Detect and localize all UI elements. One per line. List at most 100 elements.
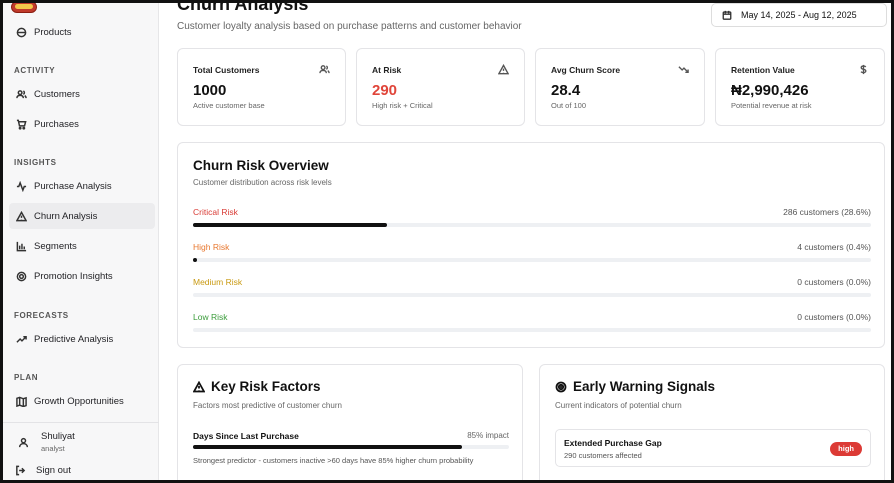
severity-badge: high xyxy=(830,442,862,456)
user-profile[interactable]: Shuliyat analyst xyxy=(15,431,75,453)
risk-level-label: High Risk xyxy=(193,242,230,252)
sidebar-item-label: Growth Opportunities xyxy=(34,395,124,407)
sign-out-label: Sign out xyxy=(36,465,71,476)
stat-subtext: Potential revenue at risk xyxy=(731,101,812,110)
sidebar-item-label: Customers xyxy=(34,88,80,100)
sidebar-item-promotion-insights[interactable]: Promotion Insights xyxy=(9,263,155,289)
risk-factors-title: Key Risk Factors xyxy=(193,379,321,394)
stat-label: At Risk xyxy=(372,65,402,75)
churn-risk-overview-card: Churn Risk Overview Customer distributio… xyxy=(177,142,885,348)
stat-label: Avg Churn Score xyxy=(551,65,621,75)
sidebar-item-churn-analysis[interactable]: Churn Analysis xyxy=(9,203,155,229)
risk-factor-impact: 85% impact xyxy=(467,431,509,440)
risk-progress-track xyxy=(193,293,871,297)
trending-up-icon xyxy=(15,333,27,345)
alert-triangle-icon xyxy=(497,62,510,75)
users-icon xyxy=(15,88,27,100)
risk-factors-title-text: Key Risk Factors xyxy=(211,379,321,394)
risk-progress-fill xyxy=(193,223,387,227)
stat-subtext: Active customer base xyxy=(193,101,265,110)
risk-level-label: Critical Risk xyxy=(193,207,238,217)
sidebar-item-growth-opportunities[interactable]: Growth Opportunities xyxy=(9,388,155,414)
risk-progress-track xyxy=(193,223,871,227)
sidebar-item-segments[interactable]: Segments xyxy=(9,233,155,259)
impact-progress-track xyxy=(193,445,509,449)
key-risk-factors-card: Key Risk Factors Factors most predictive… xyxy=(177,364,523,480)
warning-signals-title-text: Early Warning Signals xyxy=(573,379,716,394)
sidebar-item-customers[interactable]: Customers xyxy=(9,81,155,107)
sidebar-item-label: Purchase Analysis xyxy=(34,180,112,192)
alert-triangle-icon xyxy=(193,380,205,392)
target-icon xyxy=(555,381,567,392)
target-icon xyxy=(15,270,27,282)
activity-icon xyxy=(15,180,27,192)
stat-label: Retention Value xyxy=(731,65,795,75)
sidebar-divider xyxy=(3,422,159,423)
overview-title: Churn Risk Overview xyxy=(193,158,329,173)
stat-value: 1000 xyxy=(193,82,227,99)
risk-level-count: 286 customers (28.6%) xyxy=(783,207,871,217)
sidebar-item-label: Churn Analysis xyxy=(34,210,98,222)
sidebar-item-label: Purchases xyxy=(34,118,79,130)
warning-signals-title: Early Warning Signals xyxy=(555,379,715,394)
risk-level-count: 4 customers (0.4%) xyxy=(797,242,871,252)
risk-factor-impact: 72% impact xyxy=(467,479,509,480)
app-window: Products ACTIVITY Customers Purchases IN… xyxy=(0,3,894,480)
section-label-forecasts: FORECASTS xyxy=(14,311,69,320)
risk-factors-subtitle: Factors most predictive of customer chur… xyxy=(193,401,342,410)
risk-progress-fill xyxy=(193,258,198,262)
sidebar-item-predictive-analysis[interactable]: Predictive Analysis xyxy=(9,326,155,352)
stat-card-total-customers: Total Customers 1000 Active customer bas… xyxy=(177,48,346,126)
impact-progress-fill xyxy=(193,445,462,449)
risk-factor-description: Strongest predictor - customers inactive… xyxy=(193,456,474,465)
date-range-label: May 14, 2025 - Aug 12, 2025 xyxy=(741,10,857,20)
main-content: Churn Analysis Customer loyalty analysis… xyxy=(159,3,891,480)
overview-subtitle: Customer distribution across risk levels xyxy=(193,178,332,187)
risk-level-label: Low Risk xyxy=(193,312,228,322)
user-icon xyxy=(15,434,31,450)
risk-level-count: 0 customers (0.0%) xyxy=(797,277,871,287)
stat-label: Total Customers xyxy=(193,65,260,75)
stat-value: 290 xyxy=(372,82,398,99)
early-warning-signals-card: Early Warning Signals Current indicators… xyxy=(539,364,885,480)
user-role: analyst xyxy=(41,444,65,453)
section-label-plan: PLAN xyxy=(14,373,39,382)
section-label-activity: ACTIVITY xyxy=(14,66,56,75)
stat-subtext: Out of 100 xyxy=(551,101,587,110)
dollar-icon xyxy=(858,62,870,75)
section-label-insights: INSIGHTS xyxy=(14,158,57,167)
package-icon xyxy=(15,26,27,38)
sidebar: Products ACTIVITY Customers Purchases IN… xyxy=(3,3,159,480)
warning-signals-subtitle: Current indicators of potential churn xyxy=(555,401,682,410)
sidebar-item-label: Promotion Insights xyxy=(34,270,113,282)
log-out-icon xyxy=(16,465,26,476)
user-name: Shuliyat xyxy=(41,431,75,442)
warning-signal-name: Extended Purchase Gap xyxy=(564,438,662,448)
date-range-picker[interactable]: May 14, 2025 - Aug 12, 2025 xyxy=(711,3,887,27)
stat-card-at-risk: At Risk 290 High risk + Critical xyxy=(356,48,525,126)
stat-value: 28.4 xyxy=(551,82,581,99)
page-subtitle: Customer loyalty analysis based on purch… xyxy=(177,21,522,32)
risk-level-count: 0 customers (0.0%) xyxy=(797,312,871,322)
sidebar-item-label: Segments xyxy=(34,240,77,252)
risk-progress-track xyxy=(193,328,871,332)
sidebar-item-purchases[interactable]: Purchases xyxy=(9,111,155,137)
alert-triangle-icon xyxy=(15,210,27,222)
calendar-icon xyxy=(722,10,732,20)
warning-signal-affected: 290 customers affected xyxy=(564,451,642,460)
users-icon xyxy=(319,62,331,74)
brand-logo[interactable] xyxy=(11,3,37,13)
risk-factor-name: Days Since Last Purchase xyxy=(193,431,299,441)
sidebar-item-purchase-analysis[interactable]: Purchase Analysis xyxy=(9,173,155,199)
risk-level-label: Medium Risk xyxy=(193,277,243,287)
sidebar-item-label: Predictive Analysis xyxy=(34,333,114,345)
stat-card-retention-value: Retention Value ₦2,990,426 Potential rev… xyxy=(715,48,885,126)
cart-icon xyxy=(15,118,27,130)
sign-out-button[interactable]: Sign out xyxy=(15,465,71,476)
risk-progress-track xyxy=(193,258,871,262)
sidebar-item-products[interactable]: Products xyxy=(9,19,155,45)
stat-subtext: High risk + Critical xyxy=(372,101,433,110)
warning-signal-item[interactable]: Extended Purchase Gap 290 customers affec… xyxy=(555,429,871,467)
page-title: Churn Analysis xyxy=(177,3,309,14)
sidebar-item-label: Products xyxy=(34,26,72,38)
